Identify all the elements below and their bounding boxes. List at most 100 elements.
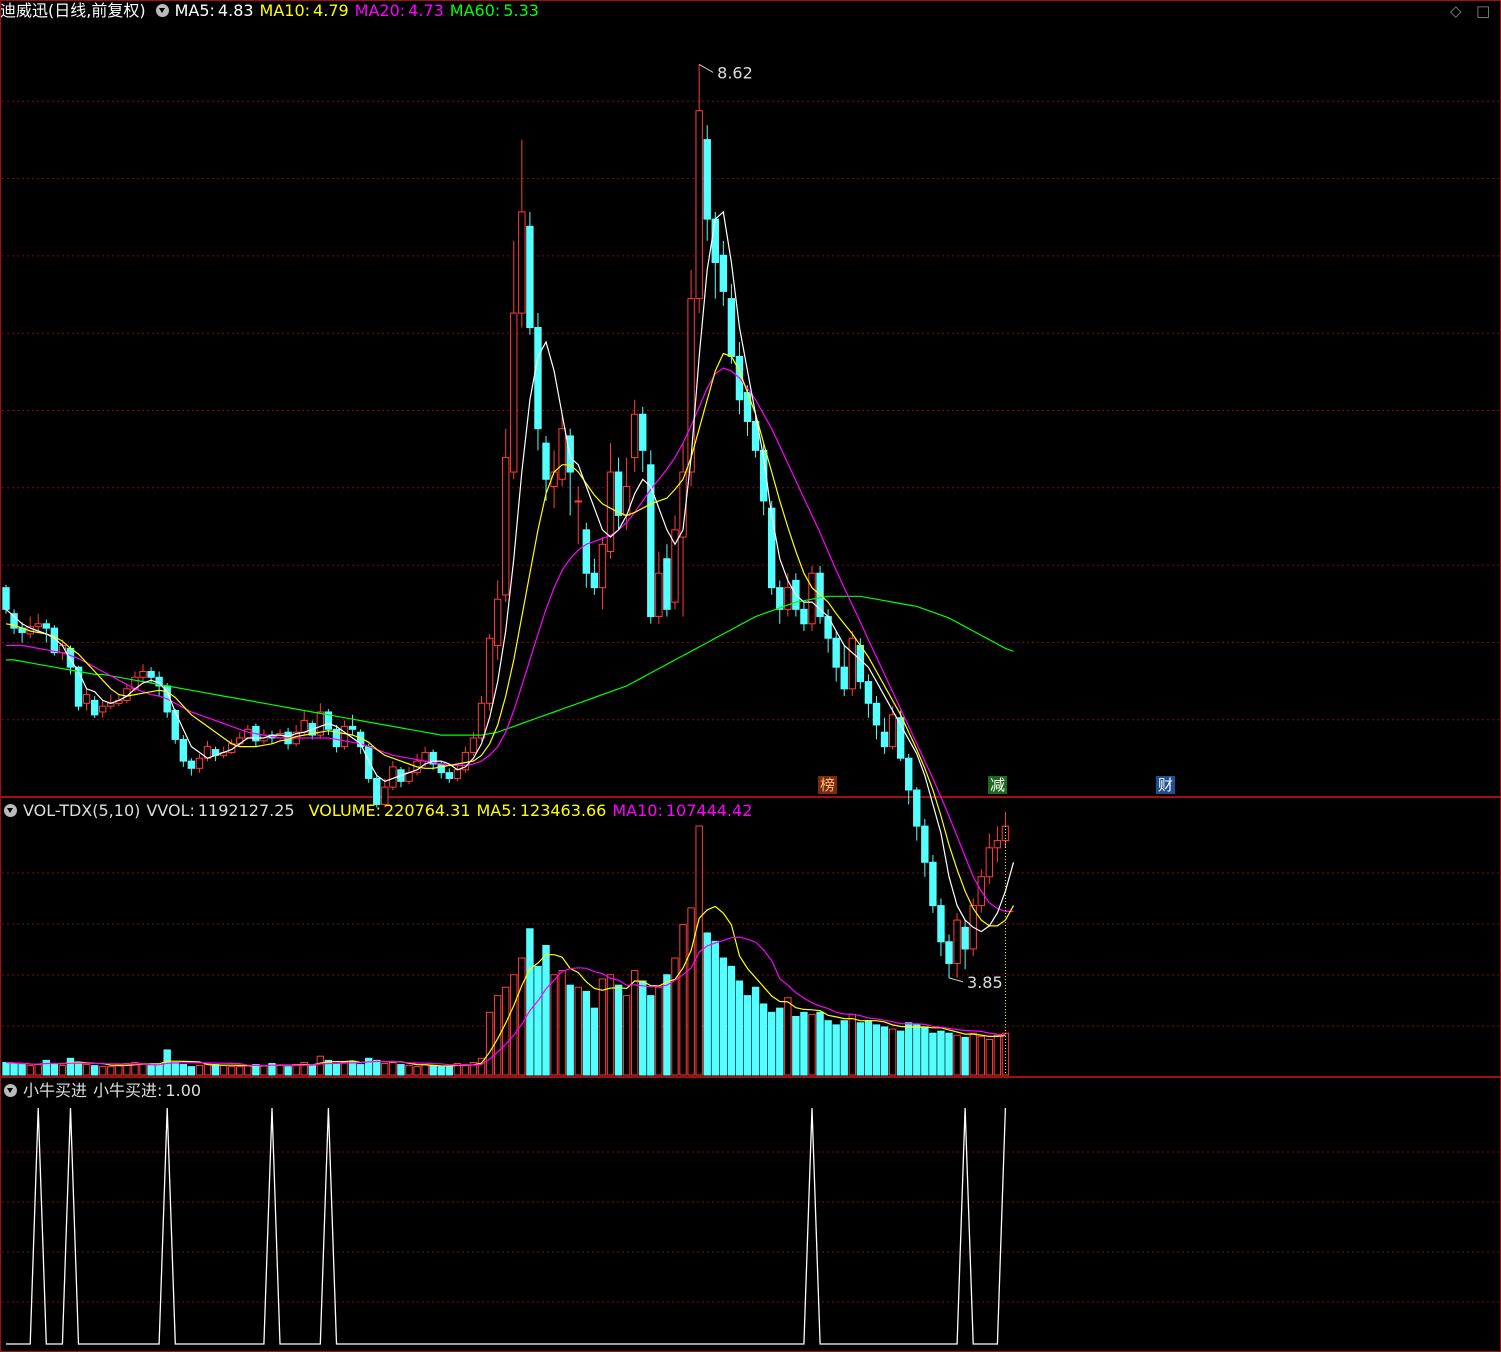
candle-body [2, 587, 10, 610]
volume-bar [74, 1061, 83, 1076]
volume-bar [574, 986, 582, 1076]
candle-body [485, 637, 494, 704]
volume-bar [655, 986, 663, 1076]
volume-bar [292, 1064, 300, 1076]
volume-bar [792, 1016, 800, 1076]
volume-bar [381, 1063, 389, 1076]
volume-bar [332, 1063, 341, 1076]
volume-bar [880, 1026, 889, 1076]
candle-body [477, 702, 486, 739]
volume-bar [719, 957, 728, 1076]
candle-body [574, 500, 582, 503]
volume-bar [647, 995, 655, 1076]
volume-bar [590, 1007, 599, 1076]
candle-body [558, 428, 566, 480]
candle-body [381, 786, 389, 805]
candle-body [590, 572, 599, 589]
candle-body [630, 413, 639, 459]
volume-bar [800, 1011, 808, 1076]
volume-bar [929, 1032, 937, 1076]
volume-bar [147, 1065, 155, 1076]
volume-bar [10, 1063, 18, 1076]
candle-body [872, 702, 881, 726]
volume-bar [195, 1065, 204, 1076]
volume-bar [58, 1065, 67, 1076]
candle-body [719, 254, 728, 292]
volume-bar [582, 990, 591, 1076]
volume-bar [365, 1057, 373, 1076]
candle-body [421, 751, 429, 762]
candle-body [437, 763, 445, 774]
volume-bar [171, 1061, 179, 1076]
candle-body [848, 637, 856, 690]
volume-bar [34, 1064, 42, 1076]
volume-bar [526, 928, 534, 1076]
volume-bar [187, 1066, 196, 1076]
volume-bar [905, 1022, 913, 1076]
candle-body [905, 757, 913, 791]
volume-bar [413, 1066, 421, 1076]
volume-bar [913, 1024, 921, 1076]
candle-body [365, 746, 373, 779]
candle-body [244, 728, 252, 739]
volume-bar [397, 1064, 405, 1076]
high-price-label: 8.62 [717, 63, 753, 82]
volume-bar [784, 997, 792, 1076]
candle-body [921, 825, 929, 863]
candle-body [348, 725, 357, 730]
volume-bar [429, 1065, 437, 1076]
volume-bar [316, 1055, 325, 1076]
volume-bar [679, 924, 687, 1076]
candle-body [864, 681, 873, 704]
candle-body [727, 298, 736, 357]
candle-body [542, 442, 550, 480]
volume-bar [373, 1059, 381, 1076]
volume-bar [50, 1063, 59, 1076]
candle-body [687, 298, 695, 473]
volume-bar [534, 965, 542, 1076]
volume-bar [518, 957, 526, 1076]
chart-frame [0, 0, 1501, 1352]
candle-body [195, 757, 204, 769]
volume-bar [445, 1066, 454, 1076]
volume-bar [751, 986, 760, 1076]
volume-bar [840, 1020, 848, 1076]
stock-chart[interactable]: 8.62 3.85 [0, 0, 1501, 1352]
ma10-line [5, 352, 1015, 927]
volume-bar [921, 1026, 929, 1076]
candle-body [171, 710, 179, 740]
ma20-line [6, 367, 1014, 913]
volume-bar [896, 1030, 905, 1076]
volume-bar [437, 1066, 445, 1076]
candle-body [800, 608, 808, 625]
candle-body [90, 699, 99, 716]
volume-bar [961, 1036, 969, 1076]
volume-bar [155, 1064, 163, 1076]
candle-body [99, 705, 107, 713]
candle-body [961, 926, 969, 950]
volume-bar [945, 1032, 953, 1076]
volume-bar [888, 1028, 897, 1076]
volume-bar [308, 1065, 316, 1076]
candle-body [34, 623, 42, 628]
candle-body [945, 941, 953, 964]
volume-bar [953, 1034, 961, 1076]
candle-body [518, 211, 526, 314]
candle-body [74, 666, 83, 707]
candle-body [139, 670, 147, 678]
volume-bar [727, 965, 736, 1076]
candle-body [493, 598, 502, 646]
volume-bar [993, 1034, 1002, 1076]
volume-bar [66, 1057, 75, 1076]
volume-bar [284, 1066, 292, 1076]
volume-bar [260, 1065, 268, 1076]
volume-bar [99, 1066, 107, 1076]
candle-body [502, 457, 510, 596]
volume-bar [18, 1064, 26, 1076]
candle-body [856, 644, 865, 683]
volume-bar [872, 1024, 881, 1076]
volume-bar [558, 970, 566, 1076]
volume-bar [421, 1064, 429, 1076]
candle-body [776, 587, 784, 610]
high-pointer [698, 64, 714, 73]
